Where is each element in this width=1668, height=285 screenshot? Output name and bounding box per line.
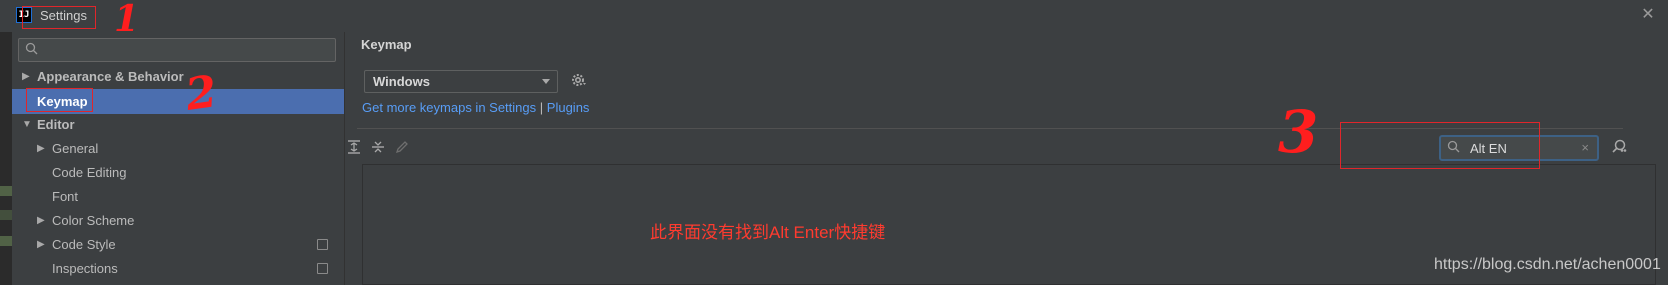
annotation-box-search (1340, 122, 1540, 169)
annotation-note: 此界面没有找到Alt Enter快捷键 (650, 223, 886, 242)
sidebar-item-code-editing[interactable]: Code Editing (12, 160, 344, 185)
background-code-fragment (0, 186, 12, 196)
sidebar-item-color-scheme[interactable]: ▶ Color Scheme (12, 208, 344, 233)
background-code-fragment (0, 236, 12, 246)
expand-arrow-icon[interactable]: ▶ (22, 64, 30, 89)
edit-icon[interactable] (393, 140, 411, 158)
background-code-fragment (0, 210, 12, 220)
project-scope-icon (317, 263, 328, 274)
close-icon[interactable]: ✕ (1638, 5, 1658, 25)
clear-search-icon[interactable]: × (1581, 140, 1589, 155)
page-title: Keymap (361, 37, 412, 52)
sidebar-item-general[interactable]: ▶ General (12, 136, 344, 161)
gear-icon[interactable] (571, 72, 589, 90)
sidebar-item-label: Editor (37, 117, 75, 132)
sidebar-item-label: Code Editing (52, 165, 127, 180)
get-more-keymaps-links: Get more keymaps in Settings | Plugins (362, 100, 589, 115)
annotation-box-title (22, 6, 96, 29)
annotation-mark-2: 2 (182, 66, 221, 121)
collapse-arrow-icon[interactable]: ▼ (22, 112, 32, 137)
sidebar-item-code-style[interactable]: ▶ Code Style (12, 232, 344, 257)
sidebar-item-font[interactable]: Font (12, 184, 344, 209)
chevron-down-icon (542, 79, 550, 84)
annotation-mark-3: 3 (1278, 98, 1319, 166)
expand-all-icon[interactable] (345, 140, 363, 158)
expand-arrow-icon[interactable]: ▶ (37, 232, 45, 257)
settings-sidebar: ▶ Appearance & Behavior Keymap ▼ Editor … (12, 32, 344, 285)
sidebar-item-label: Code Style (52, 237, 116, 252)
sidebar-item-inspections[interactable]: Inspections (12, 256, 344, 281)
sidebar-item-label: Inspections (52, 261, 118, 276)
annotation-box-keymap (26, 88, 93, 112)
sidebar-item-label: Color Scheme (52, 213, 135, 228)
keymap-dropdown[interactable]: Windows (364, 70, 558, 93)
title-bar: IJ Settings ✕ (0, 0, 1668, 32)
plugins-link[interactable]: Plugins (547, 100, 590, 115)
expand-arrow-icon[interactable]: ▶ (37, 208, 45, 233)
annotation-mark-1: 1 (114, 0, 140, 40)
expand-arrow-icon[interactable]: ▶ (37, 136, 45, 161)
sidebar-item-editor[interactable]: ▼ Editor (12, 112, 344, 137)
project-scope-icon (317, 239, 328, 250)
search-icon (25, 42, 39, 59)
settings-link[interactable]: Get more keymaps in Settings (362, 100, 536, 115)
sidebar-item-label: General (52, 141, 99, 156)
link-separator: | (539, 100, 544, 115)
keymap-dropdown-value: Windows (373, 74, 430, 89)
find-by-shortcut-icon[interactable] (1611, 138, 1629, 156)
background-ide-strip (0, 0, 12, 285)
sidebar-item-label: Font (52, 189, 79, 204)
collapse-all-icon[interactable] (369, 140, 387, 158)
sidebar-item-appearance-behavior[interactable]: ▶ Appearance & Behavior (12, 64, 344, 89)
sidebar-item-label: Appearance & Behavior (37, 69, 184, 84)
settings-search-input[interactable] (18, 38, 336, 62)
watermark: https://blog.csdn.net/achen0001 (1434, 256, 1661, 273)
